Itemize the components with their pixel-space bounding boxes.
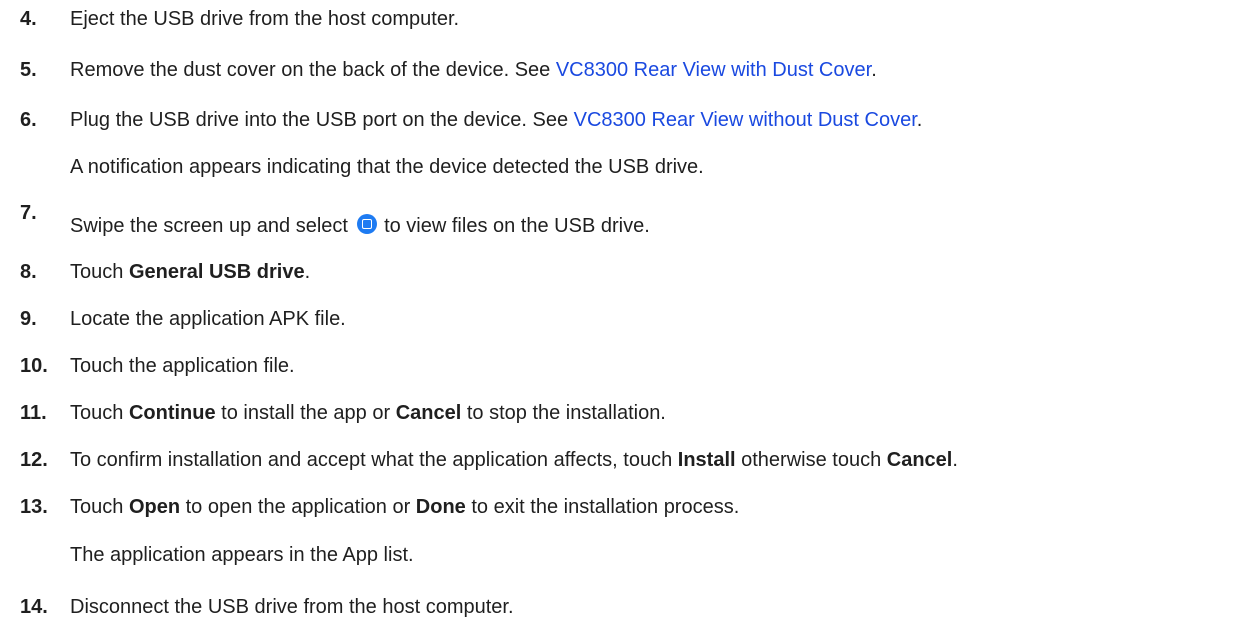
step-text-part: Touch [70, 260, 129, 283]
step-6-note: A notification appears indicating that t… [70, 155, 704, 178]
xref-link-rear-view-with-dust-cover[interactable]: VC8300 Rear View with Dust Cover [556, 59, 871, 81]
step-text: Swipe the screen up and select to view f… [70, 214, 650, 238]
step-text-part: to exit the installation process. [465, 495, 740, 518]
ui-term: Cancel [395, 401, 462, 424]
ui-term: Install [677, 448, 736, 471]
ui-term: Cancel [886, 448, 953, 471]
step-text-part: otherwise touch [735, 448, 887, 471]
step-text-part: Touch [70, 401, 129, 424]
step-text-part: . [916, 108, 923, 131]
xref-link-rear-view-without-dust-cover[interactable]: VC8300 Rear View without Dust Cover [574, 109, 917, 131]
step-text-part: to view files on the USB drive. [378, 215, 650, 237]
step-text: Touch Continue to install the app or Can… [70, 402, 666, 425]
step-text: Remove the dust cover on the back of the… [70, 59, 877, 82]
step-text-part: . [952, 448, 958, 471]
files-app-icon [356, 214, 377, 234]
step-text: Touch Open to open the application or Do… [70, 496, 739, 519]
ui-term: General USB drive [128, 260, 305, 283]
step-13-note: The application appears in the App list. [70, 543, 414, 566]
procedure-steps: 4. Eject the USB drive from the host com… [0, 0, 1248, 618]
step-text-part: . [871, 58, 877, 81]
ui-term: Continue [128, 401, 216, 424]
step-text: Locate the application APK file. [70, 307, 346, 330]
step-text: Disconnect the USB drive from the host c… [70, 595, 514, 618]
step-text: Touch the application file. [70, 354, 295, 377]
step-text-part: to stop the installation. [461, 401, 666, 424]
step-text-part: Plug the USB drive into the USB port on … [70, 108, 574, 131]
ui-term: Done [415, 495, 466, 518]
step-text: Plug the USB drive into the USB port on … [70, 109, 922, 132]
step-text-part: Swipe the screen up and select [70, 215, 354, 237]
step-text-part: To confirm installation and accept what … [70, 448, 678, 471]
step-text: Eject the USB drive from the host comput… [70, 7, 460, 30]
step-text-part: Touch [70, 495, 129, 518]
step-text: Touch General USB drive. [70, 261, 310, 284]
step-text-part: Remove the dust cover on the back of the… [70, 58, 556, 81]
step-text-part: to install the app or [215, 401, 396, 424]
step-text: To confirm installation and accept what … [70, 449, 958, 472]
step-text-part: to open the application or [180, 495, 416, 518]
step-text-part: . [304, 260, 311, 283]
ui-term: Open [128, 495, 181, 518]
